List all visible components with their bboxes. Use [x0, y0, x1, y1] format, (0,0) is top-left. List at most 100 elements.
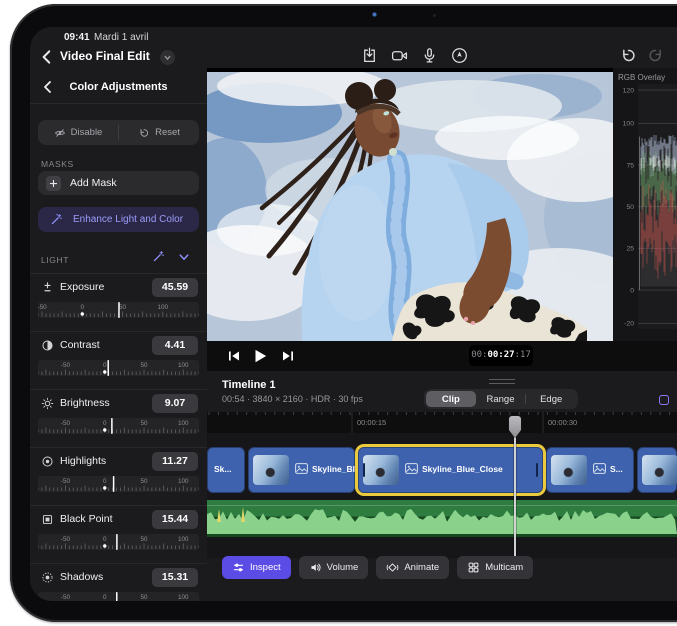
exposure-icon — [41, 281, 54, 294]
back-chevron-icon[interactable] — [38, 48, 56, 66]
timeline-options-icon[interactable] — [659, 395, 669, 405]
date: Mardi 1 avril — [94, 32, 148, 43]
magic-wand-icon — [50, 213, 63, 226]
slider-value[interactable]: 45.59 — [152, 278, 198, 297]
svg-text:50: 50 — [626, 204, 634, 211]
trim-handle-left[interactable] — [363, 463, 365, 477]
slider-value[interactable]: 15.31 — [152, 568, 198, 587]
svg-text:00:00:30: 00:00:30 — [548, 418, 577, 427]
play-icon[interactable] — [251, 347, 269, 365]
slider-ruler[interactable]: -50050100 — [38, 418, 199, 434]
slider-highlights: Highlights11.27-50050100 — [30, 447, 207, 505]
trim-handle-right[interactable] — [536, 463, 538, 477]
timeline-name[interactable]: Timeline 1 — [222, 379, 276, 391]
svg-text:0: 0 — [103, 478, 107, 485]
slider-shadows: Shadows15.31-50050100 — [30, 563, 207, 601]
audio-track[interactable] — [207, 500, 677, 537]
slider-value[interactable]: 4.41 — [152, 336, 198, 355]
clip[interactable]: Skyline_Blue_Wide — [248, 447, 355, 493]
tool-label: Multicam — [485, 562, 523, 573]
status-bar: 09:41 Mardi 1 avril — [30, 27, 677, 45]
svg-text:0: 0 — [81, 304, 85, 311]
project-title[interactable]: Video Final Edit — [60, 49, 150, 63]
drag-handle[interactable] — [489, 379, 515, 384]
svg-text:50: 50 — [141, 594, 149, 601]
svg-text:-20: -20 — [624, 321, 634, 328]
title-dropdown[interactable] — [160, 50, 175, 65]
camera-icon[interactable] — [391, 47, 408, 64]
inspect-button[interactable]: Inspect — [222, 556, 291, 579]
enhance-label: Enhance Light and Color — [73, 214, 183, 225]
photo-icon — [295, 463, 308, 474]
skip-back-icon[interactable] — [226, 348, 242, 364]
disable-button[interactable]: Disable — [38, 120, 118, 145]
slider-label: Brightness — [60, 397, 110, 409]
slider-ruler[interactable]: -50050100 — [38, 360, 199, 376]
clip[interactable]: Sk... — [207, 447, 245, 493]
volume-button[interactable]: Volume — [299, 556, 369, 579]
front-camera — [372, 12, 377, 17]
slider-value[interactable]: 11.27 — [152, 452, 198, 471]
scope-title: RGB Overlay — [618, 73, 665, 82]
reset-label: Reset — [155, 127, 180, 138]
svg-text:00:00:15: 00:00:15 — [357, 418, 386, 427]
video-frame — [207, 68, 613, 341]
timeline-info: 00:54 · 3840 × 2160 · HDR · 30 fps — [222, 394, 363, 404]
svg-text:-50: -50 — [61, 362, 71, 369]
clip[interactable] — [637, 447, 677, 493]
video-preview[interactable] — [207, 68, 613, 341]
clip-thumbnail — [363, 455, 399, 485]
slider-ruler[interactable]: -50050100 — [38, 592, 199, 601]
animate-button[interactable]: Animate — [376, 556, 449, 579]
skip-forward-icon[interactable] — [280, 348, 296, 364]
light-wand-icon[interactable] — [152, 250, 165, 263]
slider-ruler[interactable]: -50050100 — [38, 534, 199, 550]
slider-value[interactable]: 15.44 — [152, 510, 198, 529]
timecode-display[interactable]: 00:00:27:17 — [469, 345, 533, 366]
mic-icon[interactable] — [421, 47, 438, 64]
disable-label: Disable — [71, 127, 103, 138]
chevron-down-icon — [163, 53, 172, 62]
panel-title: Color Adjustments — [30, 81, 207, 93]
clip-thumbnail — [642, 455, 677, 485]
svg-text:-50: -50 — [61, 420, 71, 427]
animate-icon — [386, 561, 399, 574]
svg-text:100: 100 — [178, 536, 189, 543]
clip-label: Skyline_Blue_Wide — [312, 464, 355, 474]
brightness-icon — [41, 397, 54, 410]
clip[interactable]: S... — [546, 447, 634, 493]
svg-text:0: 0 — [103, 420, 107, 427]
svg-text:-50: -50 — [61, 478, 71, 485]
pencil-icon[interactable] — [451, 47, 468, 64]
multicam-button[interactable]: Multicam — [457, 556, 533, 579]
svg-text:-50: -50 — [38, 304, 47, 311]
timeline-toolbar: Inspect Volume Animate Multicam — [222, 556, 533, 579]
mode-clip[interactable]: Clip — [426, 391, 476, 407]
reset-button[interactable]: Reset — [119, 120, 199, 145]
mode-edge[interactable]: Edge — [526, 391, 576, 407]
masks-section-label: MASKS — [41, 159, 74, 169]
enhance-light-color-button[interactable]: Enhance Light and Color — [38, 207, 199, 232]
page: 09:41 Mardi 1 avril Video Final Edit — [0, 0, 677, 626]
svg-text:-50: -50 — [61, 594, 71, 601]
tool-label: Animate — [404, 562, 439, 573]
clip-thumbnail — [551, 455, 587, 485]
mode-range[interactable]: Range — [476, 391, 526, 407]
slider-ruler[interactable]: -50050100 — [38, 302, 199, 318]
svg-text:75: 75 — [626, 162, 634, 169]
timeline-ruler[interactable]: 00:00:15 00:00:30 — [207, 412, 677, 433]
slider-value[interactable]: 9.07 — [152, 394, 198, 413]
undo-icon[interactable] — [620, 47, 637, 64]
shadows-icon — [41, 571, 54, 584]
ipad-screen: 09:41 Mardi 1 avril Video Final Edit — [30, 27, 677, 601]
svg-text:100: 100 — [158, 304, 169, 311]
slider-ruler[interactable]: -50050100 — [38, 476, 199, 492]
add-mask-button[interactable]: Add Mask — [38, 171, 199, 195]
redo-icon — [647, 47, 664, 64]
photo-icon — [405, 463, 418, 474]
svg-text:50: 50 — [141, 536, 149, 543]
clip-label: S... — [610, 464, 623, 474]
light-collapse-chevron-icon[interactable] — [178, 251, 190, 263]
import-icon[interactable] — [361, 47, 378, 64]
audio-reference-line — [207, 505, 677, 506]
